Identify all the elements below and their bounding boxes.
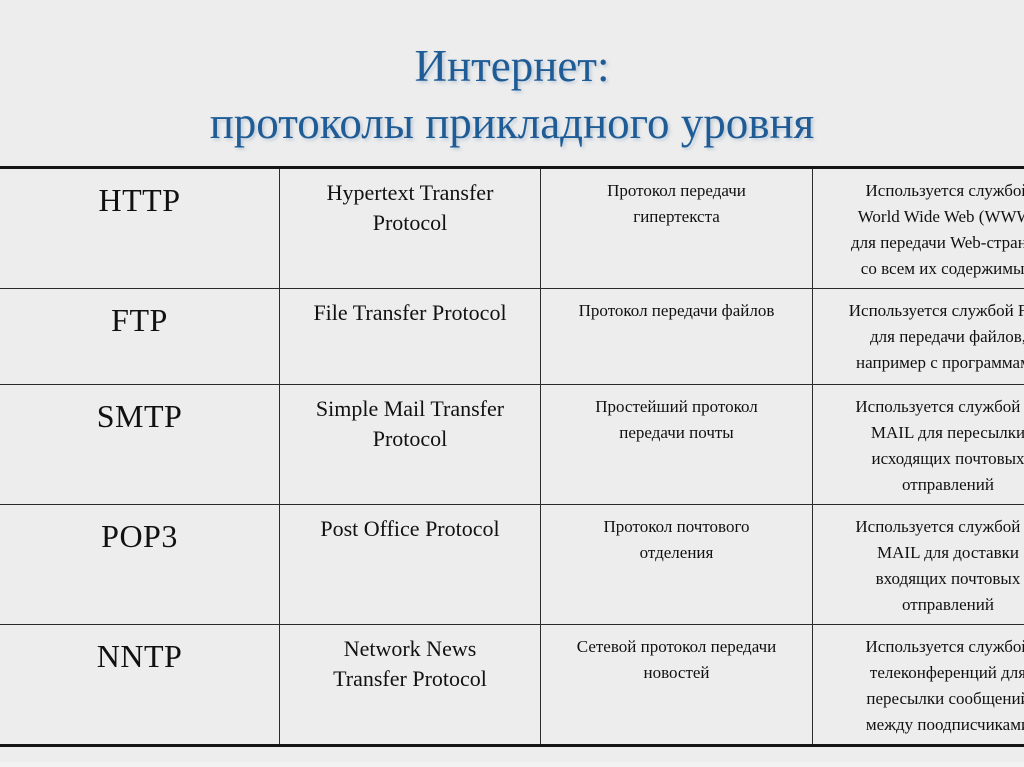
cell-protocol-full-name: File Transfer Protocol xyxy=(279,288,541,385)
protocol-abbreviation-text: POP3 xyxy=(101,518,178,554)
protocol-description-text: Сетевой протокол передачи новостей xyxy=(576,637,777,682)
protocol-description-text: Протокол передачи гипертекста xyxy=(607,181,746,226)
protocol-usage-text: Используется службой FTP для передачи фа… xyxy=(848,301,1024,372)
cell-protocol-abbreviation: POP3 xyxy=(0,504,280,625)
protocols-table: HTTP Hypertext Transfer Protocol Протоко… xyxy=(0,166,1024,747)
bottom-strip xyxy=(0,762,1024,767)
cell-protocol-abbreviation: FTP xyxy=(0,288,280,385)
cell-protocol-description: Протокол почтового отделения xyxy=(540,504,813,625)
protocol-abbreviation-text: HTTP xyxy=(98,182,181,218)
cell-protocol-description: Сетевой протокол передачи новостей xyxy=(540,624,813,747)
protocol-abbreviation-text: NNTP xyxy=(96,638,183,674)
table-row: SMTP Simple Mail Transfer Protocol Прост… xyxy=(0,384,1024,505)
protocol-usage-text: Используется службой E- MAIL для пересыл… xyxy=(855,397,1024,494)
cell-protocol-description: Простейший протокол передачи почты xyxy=(540,384,813,505)
cell-protocol-full-name: Post Office Protocol xyxy=(279,504,541,625)
cell-protocol-full-name: Hypertext Transfer Protocol xyxy=(279,166,541,289)
table-row: NNTP Network News Transfer Protocol Сете… xyxy=(0,624,1024,747)
protocol-abbreviation-text: SMTP xyxy=(96,398,183,434)
protocol-abbreviation-text: FTP xyxy=(111,302,168,338)
protocol-full-name-text: Post Office Protocol xyxy=(320,516,500,541)
cell-protocol-abbreviation: SMTP xyxy=(0,384,280,505)
cell-protocol-usage: Используется службой E- MAIL для доставк… xyxy=(812,504,1024,625)
protocol-full-name-text: Network News Transfer Protocol xyxy=(333,636,487,691)
cell-protocol-full-name: Simple Mail Transfer Protocol xyxy=(279,384,541,505)
cell-protocol-description: Протокол передачи гипертекста xyxy=(540,166,813,289)
cell-protocol-usage: Используется службой World Wide Web (WWW… xyxy=(812,166,1024,289)
table-row: HTTP Hypertext Transfer Protocol Протоко… xyxy=(0,166,1024,289)
cell-protocol-abbreviation: HTTP xyxy=(0,166,280,289)
cell-protocol-abbreviation: NNTP xyxy=(0,624,280,747)
protocol-usage-text: Используется службой World Wide Web (WWW… xyxy=(851,181,1024,278)
protocol-description-text: Протокол почтового отделения xyxy=(603,517,750,562)
table-row: POP3 Post Office Protocol Протокол почто… xyxy=(0,504,1024,625)
protocol-description-text: Протокол передачи файлов xyxy=(578,301,775,320)
cell-protocol-usage: Используется службой FTP для передачи фа… xyxy=(812,288,1024,385)
cell-protocol-usage: Используется службой E- MAIL для пересыл… xyxy=(812,384,1024,505)
protocol-full-name-text: Hypertext Transfer Protocol xyxy=(326,180,494,235)
protocol-full-name-text: File Transfer Protocol xyxy=(313,300,507,325)
cell-protocol-description: Протокол передачи файлов xyxy=(540,288,813,385)
protocol-usage-text: Используется службой телеконференций для… xyxy=(865,637,1024,734)
cell-protocol-full-name: Network News Transfer Protocol xyxy=(279,624,541,747)
protocol-full-name-text: Simple Mail Transfer Protocol xyxy=(315,396,505,451)
page-title: Интернет: протоколы прикладного уровня xyxy=(209,41,815,149)
cell-protocol-usage: Используется службой телеконференций для… xyxy=(812,624,1024,747)
table-row: FTP File Transfer Protocol Протокол пере… xyxy=(0,288,1024,385)
protocol-usage-text: Используется службой E- MAIL для доставк… xyxy=(855,517,1021,614)
protocol-description-text: Простейший протокол передачи почты xyxy=(595,397,758,442)
